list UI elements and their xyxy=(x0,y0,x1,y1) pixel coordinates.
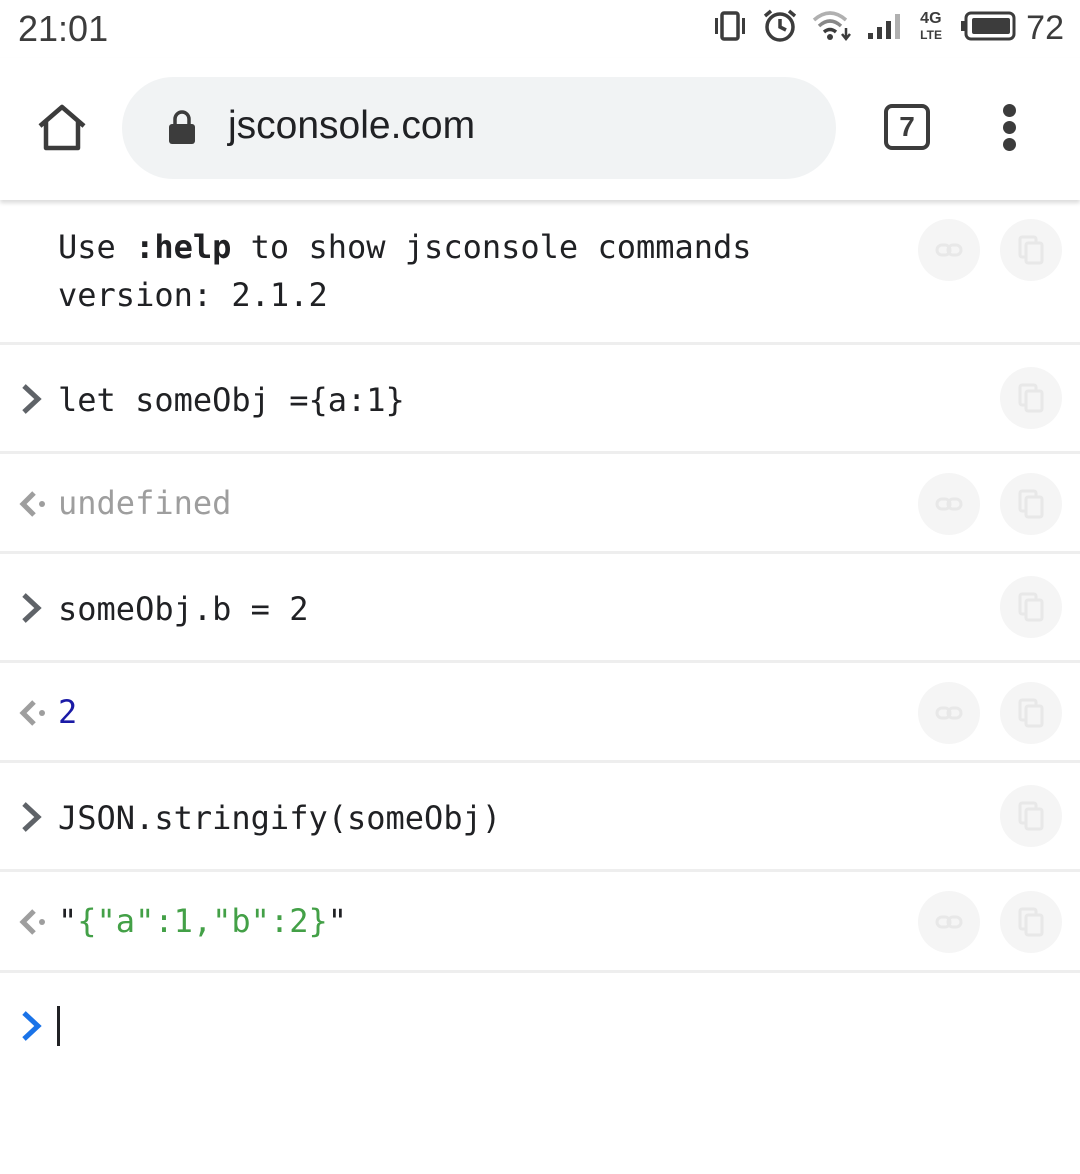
alarm-icon xyxy=(762,8,798,49)
string-value: {"a":1,"b":2} xyxy=(77,902,328,940)
copy-button[interactable] xyxy=(1000,891,1062,953)
home-button[interactable] xyxy=(36,104,88,152)
permalink-button[interactable] xyxy=(918,473,980,535)
console-input-entry: someObj.b = 2 xyxy=(0,554,1080,663)
copy-button[interactable] xyxy=(1000,473,1062,535)
console-log: Use :help to show jsconsole commands ver… xyxy=(0,200,1080,973)
copy-icon xyxy=(1018,489,1044,519)
copy-button[interactable] xyxy=(1000,785,1062,847)
copy-icon xyxy=(1018,592,1044,622)
copy-icon xyxy=(1018,801,1044,831)
link-icon xyxy=(935,243,963,257)
status-time: 21:01 xyxy=(18,8,109,49)
link-icon xyxy=(935,497,963,511)
permalink-button[interactable] xyxy=(918,219,980,281)
version-line: version: 2.1.2 xyxy=(58,276,328,314)
input-code: JSON.stringify(someObj) xyxy=(58,799,502,837)
lock-icon xyxy=(169,110,195,144)
more-vert-icon[interactable] xyxy=(996,104,1024,151)
input-prompt-icon xyxy=(22,593,42,623)
console-output-entry: "{"a":1,"b":2}" xyxy=(0,872,1080,973)
copy-button[interactable] xyxy=(1000,576,1062,638)
copy-icon xyxy=(1018,698,1044,728)
network-sub-label: LTE xyxy=(920,28,942,42)
wifi-icon xyxy=(812,10,852,47)
output-value: 2 xyxy=(58,693,78,731)
link-icon xyxy=(935,915,963,929)
welcome-line-1: Use :help to show jsconsole commands xyxy=(58,228,752,266)
copy-icon xyxy=(1018,907,1044,937)
output-prompt-icon xyxy=(19,700,45,726)
copy-icon xyxy=(1018,383,1044,413)
string-quote-open: " xyxy=(58,902,78,940)
input-prompt-icon xyxy=(22,384,42,414)
string-quote-close: " xyxy=(327,902,347,940)
link-icon xyxy=(935,706,963,720)
vibrate-icon xyxy=(712,10,748,47)
network-4g-icon: 4G LTE xyxy=(920,10,946,46)
browser-toolbar: jsconsole.com 7 xyxy=(0,58,1080,200)
console-output-entry: undefined xyxy=(0,454,1080,554)
input-code: let someObj ={a:1} xyxy=(58,381,405,419)
console-input[interactable] xyxy=(0,972,1080,1082)
input-prompt-icon xyxy=(22,802,42,832)
tab-switcher-button[interactable]: 7 xyxy=(884,104,930,150)
output-value: undefined xyxy=(58,484,232,522)
permalink-button[interactable] xyxy=(918,682,980,744)
console-input-entry: let someObj ={a:1} xyxy=(0,345,1080,454)
url-bar[interactable]: jsconsole.com xyxy=(122,77,836,179)
input-code: someObj.b = 2 xyxy=(58,590,309,628)
copy-button[interactable] xyxy=(1000,682,1062,744)
output-prompt-icon xyxy=(19,909,45,935)
active-prompt-icon xyxy=(22,1011,42,1041)
copy-button[interactable] xyxy=(1000,367,1062,429)
output-prompt-icon xyxy=(19,491,45,517)
status-bar: 21:01 4G LTE 72 xyxy=(0,0,1080,58)
console-output-entry: 2 xyxy=(0,663,1080,763)
output-value: "{"a":1,"b":2}" xyxy=(58,902,347,940)
welcome-text: Use xyxy=(58,228,136,266)
console-input-entry: JSON.stringify(someObj) xyxy=(0,763,1080,872)
status-icons: 4G LTE 72 xyxy=(698,8,1064,48)
copy-button[interactable] xyxy=(1000,219,1062,281)
home-icon xyxy=(38,104,86,151)
url-text[interactable]: jsconsole.com xyxy=(228,104,475,148)
copy-icon xyxy=(1018,235,1044,265)
signal-icon xyxy=(866,11,906,46)
welcome-entry: Use :help to show jsconsole commands ver… xyxy=(0,200,1080,345)
permalink-button[interactable] xyxy=(918,891,980,953)
network-label: 4G xyxy=(920,10,942,27)
battery-icon xyxy=(960,11,1016,46)
battery-level: 72 xyxy=(1026,8,1064,47)
text-caret xyxy=(57,1006,60,1046)
welcome-text-end: to show jsconsole commands xyxy=(231,228,752,266)
help-command: :help xyxy=(135,228,232,266)
